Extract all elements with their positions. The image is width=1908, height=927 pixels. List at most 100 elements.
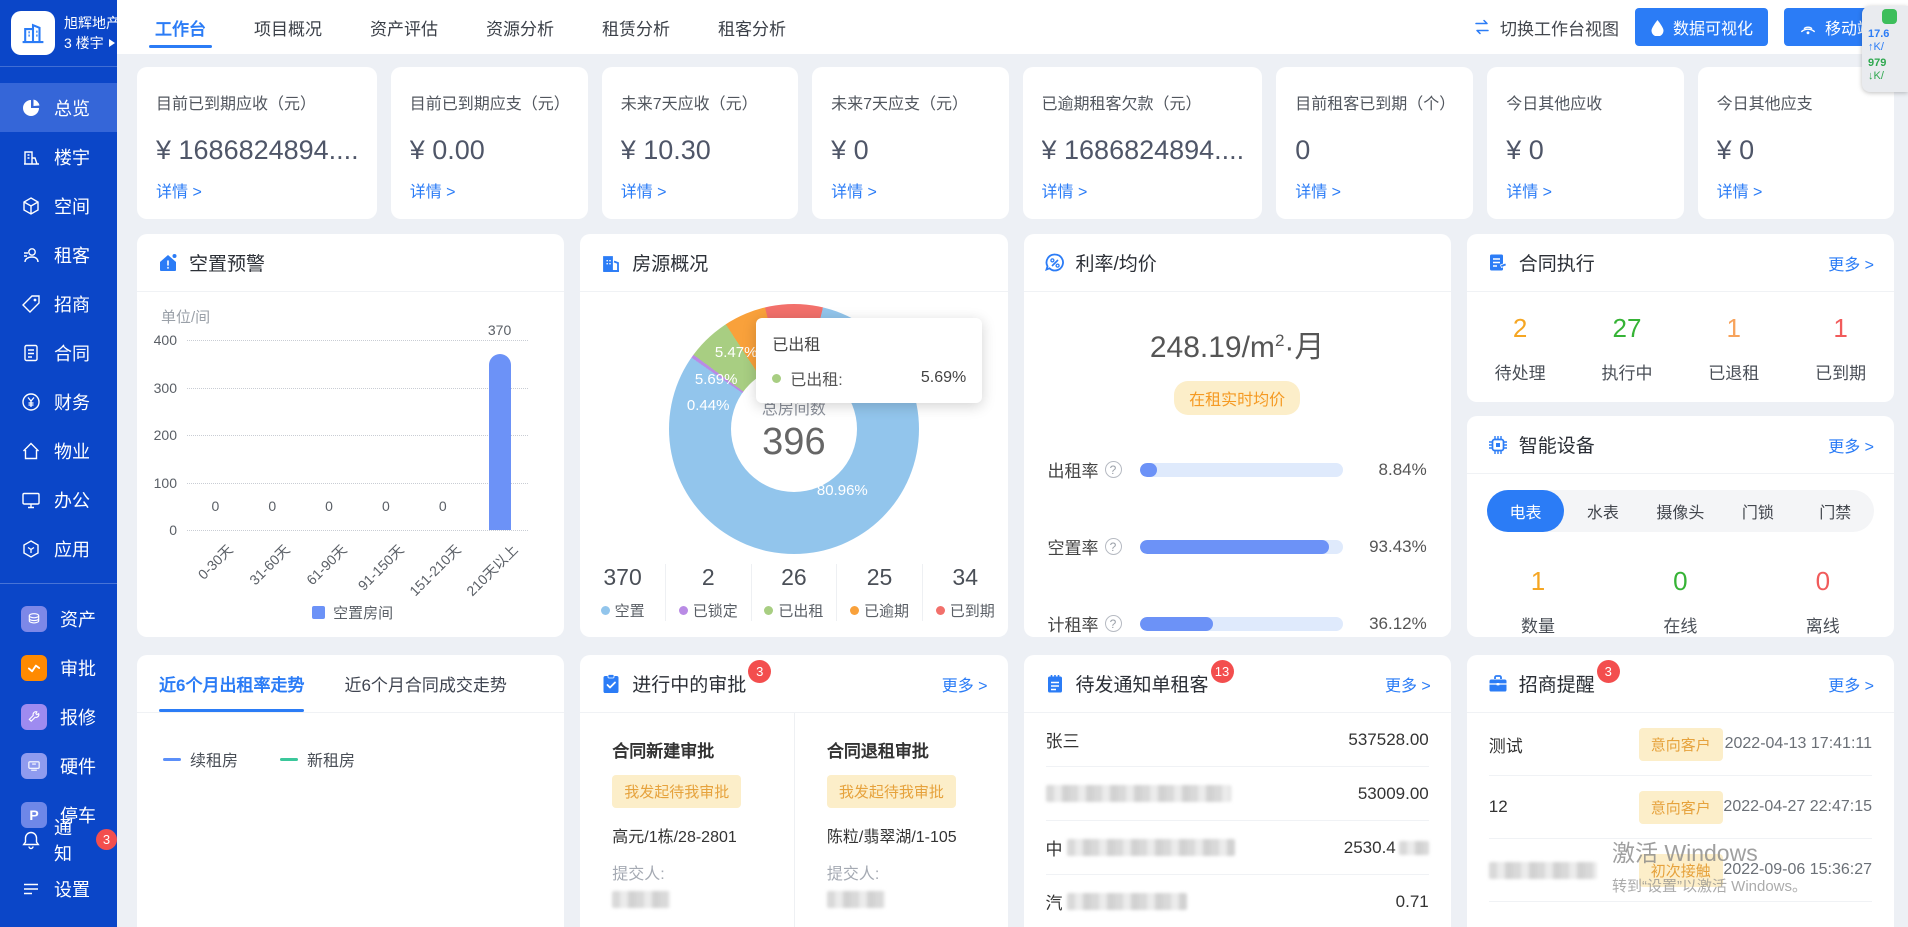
vacancy-bar[interactable] — [489, 354, 511, 530]
lead-row[interactable]: 测试 意向客户 2022-04-13 17:41:11 — [1489, 713, 1872, 776]
sidebar-divider — [0, 583, 117, 584]
detail-link[interactable]: 详情 > — [621, 178, 667, 202]
sidebar-item-label: 设置 — [54, 876, 90, 902]
sidebar-item-tenants[interactable]: 租客 — [0, 230, 117, 279]
bar-value-label: 370 — [488, 322, 511, 338]
contract-stat-pending: 2待处理 — [1467, 313, 1574, 384]
contract-stat-active: 27执行中 — [1574, 313, 1681, 384]
tab-workbench[interactable]: 工作台 — [155, 0, 206, 54]
tab-lease-analysis[interactable]: 租赁分析 — [602, 0, 670, 54]
panel-housing-overview: 房源概况 7.44% 5.47% 5.69% 0.44% 80.96% 总房间数… — [580, 234, 1007, 637]
sidebar-item-settings[interactable]: 设置 — [0, 864, 117, 913]
tab-contract-deal-trend[interactable]: 近6个月合同成交走势 — [344, 655, 506, 712]
company-logo — [11, 11, 55, 55]
detail-link[interactable]: 详情 > — [156, 178, 202, 202]
masked-tenant-name — [1067, 893, 1187, 910]
masked-lead-name — [1489, 862, 1597, 879]
more-link[interactable]: 更多 > — [1385, 672, 1431, 696]
sidebar-item-assets[interactable]: 资产 — [0, 594, 117, 643]
x-axis-label: 151-210天 — [405, 540, 465, 600]
approval-item[interactable]: 合同退租审批 我发起待我审批 陈粒/翡翠湖/1-105 提交人: 发起时间: 2… — [794, 713, 1008, 927]
data-visualization-button[interactable]: 数据可视化 — [1635, 8, 1768, 46]
legend-new-rental[interactable]: 新租房 — [280, 747, 355, 771]
vacancy-chart: 单位/间 010020030040000-30天031-60天061-90天09… — [161, 306, 544, 637]
notice-row[interactable]: 汽 0.71 — [1046, 875, 1429, 927]
sidebar-item-approvals[interactable]: 审批 — [0, 643, 117, 692]
project-switcher[interactable]: 旭辉地产 3 楼宇 — [0, 0, 117, 67]
tab-tenant-analysis[interactable]: 租客分析 — [718, 0, 786, 54]
building-logo-icon — [20, 20, 46, 46]
panel-title: 智能设备 — [1519, 431, 1595, 458]
bar-value-label: 0 — [212, 498, 220, 514]
stat-rented: 26 已出租 — [751, 564, 837, 621]
detail-link[interactable]: 详情 > — [410, 178, 456, 202]
more-link[interactable]: 更多 > — [1828, 672, 1874, 696]
housing-stats-row: 370 空置 2 已锁定 26 已出租 25 已逾期 34 已到期 — [580, 564, 1007, 621]
sidebar-item-leasing[interactable]: 招商 — [0, 279, 117, 328]
help-icon[interactable]: ? — [1105, 461, 1122, 478]
buildings-count: 3 楼宇 — [64, 33, 104, 53]
sidebar-item-notifications[interactable]: 通知 3 — [0, 815, 117, 864]
sidebar-item-apps[interactable]: 应用 — [0, 524, 117, 573]
sidebar-item-buildings[interactable]: 楼宇 — [0, 132, 117, 181]
tab-project-overview[interactable]: 项目概况 — [254, 0, 322, 54]
legend-renewal[interactable]: 续租房 — [163, 747, 238, 771]
masked-tenant-name — [1046, 785, 1231, 802]
detail-link[interactable]: 详情 > — [1295, 178, 1341, 202]
device-tab-camera[interactable]: 摄像头 — [1642, 490, 1719, 532]
lead-row[interactable]: 初次接触 2022-09-06 15:36:27 — [1489, 839, 1872, 902]
switch-view-label: 切换工作台视图 — [1500, 15, 1619, 40]
tab-asset-valuation[interactable]: 资产评估 — [370, 0, 438, 54]
notice-row[interactable]: 53009.00 — [1046, 767, 1429, 821]
detail-link[interactable]: 详情 > — [831, 178, 877, 202]
notice-row[interactable]: 张三 537528.00 — [1046, 713, 1429, 767]
stat-card-overdue-debt: 已逾期租客欠款（元） ¥ 1686824894.... 详情 > — [1023, 67, 1263, 219]
sidebar-item-contracts[interactable]: 合同 — [0, 328, 117, 377]
sidebar-item-property[interactable]: 物业 — [0, 426, 117, 475]
sidebar-item-repairs[interactable]: 报修 — [0, 692, 117, 741]
more-link[interactable]: 更多 > — [1828, 251, 1874, 275]
more-link[interactable]: 更多 > — [1828, 433, 1874, 457]
sidebar-item-office[interactable]: 办公 — [0, 475, 117, 524]
network-speed-widget[interactable]: 17.6 ↑K/ 979 ↓K/ — [1862, 6, 1908, 92]
detail-link[interactable]: 详情 > — [1506, 178, 1552, 202]
device-tab-electric-meter[interactable]: 电表 — [1487, 490, 1564, 532]
expand-arrow-icon[interactable] — [109, 39, 115, 47]
sidebar-item-finance[interactable]: 财务 — [0, 377, 117, 426]
detail-link[interactable]: 详情 > — [1717, 178, 1763, 202]
approval-item[interactable]: 合同新建审批 我发起待我审批 高元/1栋/28-2801 提交人: 发起时间: … — [580, 713, 794, 927]
sidebar-item-label: 楼宇 — [54, 144, 90, 170]
tab-resource-analysis[interactable]: 资源分析 — [486, 0, 554, 54]
sidebar-item-space[interactable]: 空间 — [0, 181, 117, 230]
sidebar-item-hardware[interactable]: 硬件 — [0, 741, 117, 790]
sidebar-item-label: 硬件 — [60, 753, 96, 779]
menu-icon — [21, 879, 41, 899]
legend-dot — [850, 606, 859, 615]
x-axis-label: 91-150天 — [353, 540, 408, 595]
tab-occupancy-trend[interactable]: 近6个月出租率走势 — [159, 655, 304, 712]
notice-row[interactable]: 中 汽2530.4 — [1046, 821, 1429, 875]
detail-link[interactable]: 详情 > — [1042, 178, 1088, 202]
approvals-badge: 3 — [748, 660, 771, 683]
more-link[interactable]: 更多 > — [942, 672, 988, 696]
leads-panel-icon — [1487, 673, 1509, 695]
x-axis-label: 61-90天 — [302, 540, 351, 589]
progress-fill — [1140, 463, 1158, 477]
switch-workbench-view[interactable]: 切换工作台视图 — [1472, 15, 1619, 40]
masked-submitter-name — [827, 891, 885, 908]
help-icon[interactable]: ? — [1105, 615, 1122, 632]
device-tab-door-lock[interactable]: 门锁 — [1719, 490, 1796, 532]
rate-row-occupancy: 出租率? 8.84% — [1024, 457, 1451, 482]
device-tab-water-meter[interactable]: 水表 — [1564, 490, 1641, 532]
vacancy-legend[interactable]: 空置房间 — [161, 602, 544, 623]
help-icon[interactable]: ? — [1105, 538, 1122, 555]
sidebar-item-label: 审批 — [60, 655, 96, 681]
device-tab-access-control[interactable]: 门禁 — [1797, 490, 1874, 532]
lead-row[interactable]: 12 意向客户 2022-04-27 22:47:15 — [1489, 776, 1872, 839]
panel-contract-execution: 合同执行 更多 > 2待处理 27执行中 1已退租 1已到期 — [1467, 234, 1894, 402]
dashboard-main: 目前已到期应收（元） ¥ 1686824894.... 详情 > 目前已到期应支… — [117, 54, 1908, 927]
sidebar-item-label: 租客 — [54, 242, 90, 268]
bell-icon — [21, 830, 41, 850]
stat-locked: 2 已锁定 — [665, 564, 751, 621]
sidebar-item-overview[interactable]: 总览 — [0, 83, 117, 132]
